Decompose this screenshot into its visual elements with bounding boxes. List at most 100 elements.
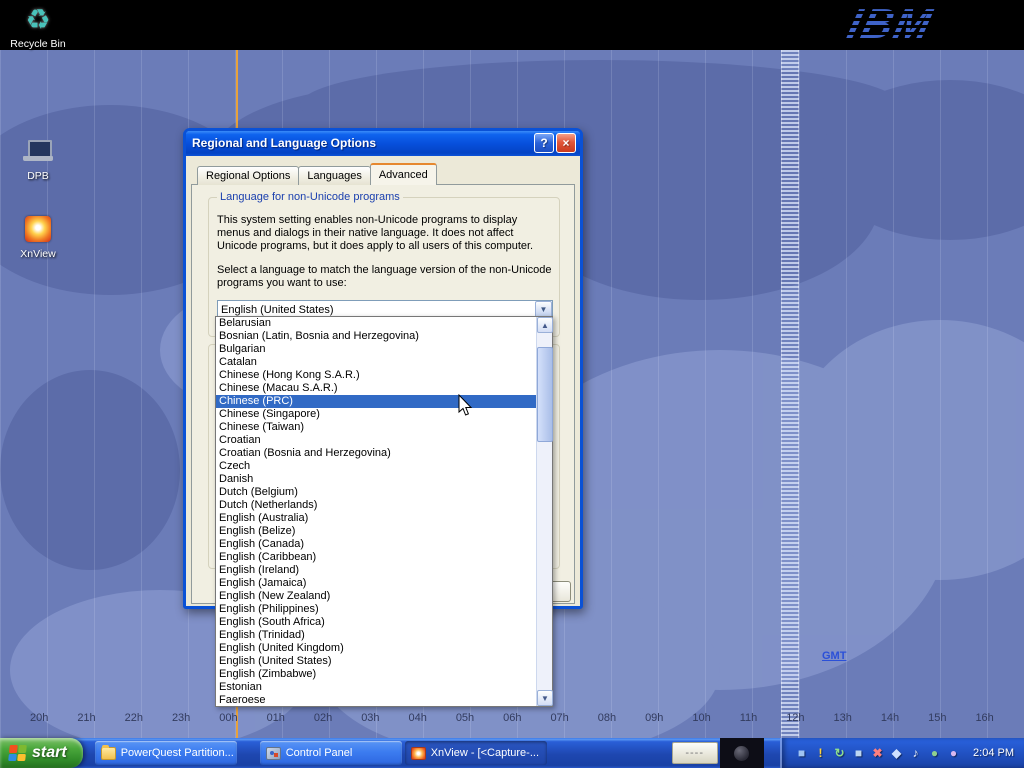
language-list-item[interactable]: Faeroese xyxy=(216,694,536,706)
start-button-label: start xyxy=(32,744,67,762)
language-list-item[interactable]: English (New Zealand) xyxy=(216,590,536,603)
tray-icon[interactable]: ■ xyxy=(851,747,866,759)
hour-label: 07h xyxy=(550,712,568,724)
language-list-item[interactable]: English (Trinidad) xyxy=(216,629,536,642)
task-button[interactable]: Control Panel xyxy=(260,741,402,765)
language-list-item[interactable]: English (Canada) xyxy=(216,538,536,551)
hour-label: 12h xyxy=(786,712,804,724)
language-list-item[interactable]: Catalan xyxy=(216,356,536,369)
tray-icons: ■ ! ↻ ■ ✖ ◆ ♪ ● ● xyxy=(794,747,961,759)
language-list-item[interactable]: English (Philippines) xyxy=(216,603,536,616)
language-list-item[interactable]: Belarusian xyxy=(216,317,536,330)
chevron-down-icon: ▼ xyxy=(540,305,548,314)
language-list-item[interactable]: English (Ireland) xyxy=(216,564,536,577)
list-scrollbar[interactable]: ▲ ▼ xyxy=(536,317,552,706)
start-button[interactable]: start xyxy=(0,738,83,768)
language-list-item[interactable]: Bulgarian xyxy=(216,343,536,356)
laptop-icon xyxy=(23,139,53,163)
language-list-item[interactable]: Croatian (Bosnia and Herzegovina) xyxy=(216,447,536,460)
hour-label: 23h xyxy=(172,712,190,724)
dialog-titlebar[interactable]: Regional and Language Options ? × xyxy=(186,131,580,156)
tray-icon[interactable]: ■ xyxy=(794,747,809,759)
language-list-item[interactable]: English (Australia) xyxy=(216,512,536,525)
tray-icon[interactable]: ✖ xyxy=(870,747,885,759)
hour-label: 10h xyxy=(692,712,710,724)
scrollbar-thumb[interactable] xyxy=(537,347,553,442)
tray-icon[interactable]: ! xyxy=(813,747,828,759)
hour-label: 02h xyxy=(314,712,332,724)
system-tray: ■ ! ↻ ■ ✖ ◆ ♪ ● ● 2:04 PM xyxy=(780,738,1024,768)
language-list-item[interactable]: Croatian xyxy=(216,434,536,447)
hour-label: 11h xyxy=(740,712,758,724)
mouse-cursor xyxy=(458,394,474,423)
dialog-tab[interactable]: Regional Options xyxy=(197,166,299,185)
ibm-logo: IBM xyxy=(843,0,938,48)
language-list-item[interactable]: Bosnian (Latin, Bosnia and Herzegovina) xyxy=(216,330,536,343)
hour-label: 09h xyxy=(645,712,663,724)
hour-label: 13h xyxy=(834,712,852,724)
language-list-item[interactable]: Chinese (Singapore) xyxy=(216,408,536,421)
hour-label: 22h xyxy=(125,712,143,724)
task-window-icon xyxy=(101,747,116,760)
taskbar: start PowerQuest Partition... Control Pa… xyxy=(0,738,1024,768)
scroll-up-button[interactable]: ▲ xyxy=(537,317,553,333)
language-list-item[interactable]: English (United Kingdom) xyxy=(216,642,536,655)
language-list-item[interactable]: Chinese (Macau S.A.R.) xyxy=(216,382,536,395)
dialog-tab[interactable]: Advanced xyxy=(370,163,437,185)
language-list-item[interactable]: Dutch (Belgium) xyxy=(216,486,536,499)
language-list-item[interactable]: English (Caribbean) xyxy=(216,551,536,564)
task-button-label: XnView - [<Capture-... xyxy=(431,747,539,759)
non-unicode-description: This system setting enables non-Unicode … xyxy=(217,214,553,253)
tray-icon[interactable]: ◆ xyxy=(889,747,904,759)
dialog-tabs: Regional Options Languages Advanced xyxy=(198,166,437,185)
language-list-item[interactable]: Dutch (Netherlands) xyxy=(216,499,536,512)
dialog-tab[interactable]: Languages xyxy=(298,166,370,185)
language-list-items: Belarusian Bosnian (Latin, Bosnia and He… xyxy=(216,317,536,706)
language-list-item[interactable]: Chinese (Hong Kong S.A.R.) xyxy=(216,369,536,382)
hour-label: 05h xyxy=(456,712,474,724)
language-list-item[interactable]: English (Jamaica) xyxy=(216,577,536,590)
taskbar-clock[interactable]: 2:04 PM xyxy=(973,747,1014,759)
desktop-icon-xnview[interactable]: XnView xyxy=(0,212,76,260)
task-button[interactable]: XnView - [<Capture-... xyxy=(405,741,547,765)
desktop-icon-dpb[interactable]: DPB xyxy=(0,134,76,182)
tray-icon[interactable]: ● xyxy=(927,747,942,759)
language-list-item[interactable]: Chinese (Taiwan) xyxy=(216,421,536,434)
select-language-instruction: Select a language to match the language … xyxy=(217,264,553,290)
dark-slot-icon xyxy=(734,746,749,761)
hour-label: 15h xyxy=(928,712,946,724)
hour-label: 20h xyxy=(30,712,48,724)
taskbar-dark-slot[interactable] xyxy=(720,738,764,768)
hour-label: 14h xyxy=(881,712,899,724)
taskbar-overflow-button[interactable]: ---- xyxy=(672,742,718,764)
language-list-item[interactable]: English (Belize) xyxy=(216,525,536,538)
language-list-item[interactable]: English (South Africa) xyxy=(216,616,536,629)
language-list-item[interactable]: Czech xyxy=(216,460,536,473)
language-list-item[interactable]: Estonian xyxy=(216,681,536,694)
task-button-label: Control Panel xyxy=(286,747,353,759)
close-button[interactable]: × xyxy=(556,133,576,153)
tray-icon[interactable]: ● xyxy=(946,747,961,759)
language-list-item[interactable]: Chinese (PRC) xyxy=(216,395,536,408)
icon-label: DPB xyxy=(0,170,76,182)
language-list-item[interactable]: English (United States) xyxy=(216,655,536,668)
task-window-icon xyxy=(266,747,281,760)
xnview-icon xyxy=(25,216,51,242)
hour-label: 04h xyxy=(409,712,427,724)
combobox-value: English (United States) xyxy=(218,304,535,316)
dialog-title: Regional and Language Options xyxy=(186,131,580,150)
help-button[interactable]: ? xyxy=(534,133,554,153)
language-list-item[interactable]: English (Zimbabwe) xyxy=(216,668,536,681)
task-window-icon xyxy=(411,747,426,760)
task-button[interactable]: PowerQuest Partition... xyxy=(95,741,237,765)
tab-label: Languages xyxy=(307,170,361,182)
tray-icon[interactable]: ↻ xyxy=(832,747,847,759)
tray-icon[interactable]: ♪ xyxy=(908,747,923,759)
language-list-item[interactable]: Danish xyxy=(216,473,536,486)
scroll-down-button[interactable]: ▼ xyxy=(537,690,553,706)
scroll-up-icon: ▲ xyxy=(541,321,549,330)
hour-label: 01h xyxy=(267,712,285,724)
desktop-icon-recycle-bin[interactable]: ♻ Recycle Bin xyxy=(0,2,76,50)
groupbox-title: Language for non-Unicode programs xyxy=(217,191,403,203)
hour-label: 00h xyxy=(219,712,237,724)
